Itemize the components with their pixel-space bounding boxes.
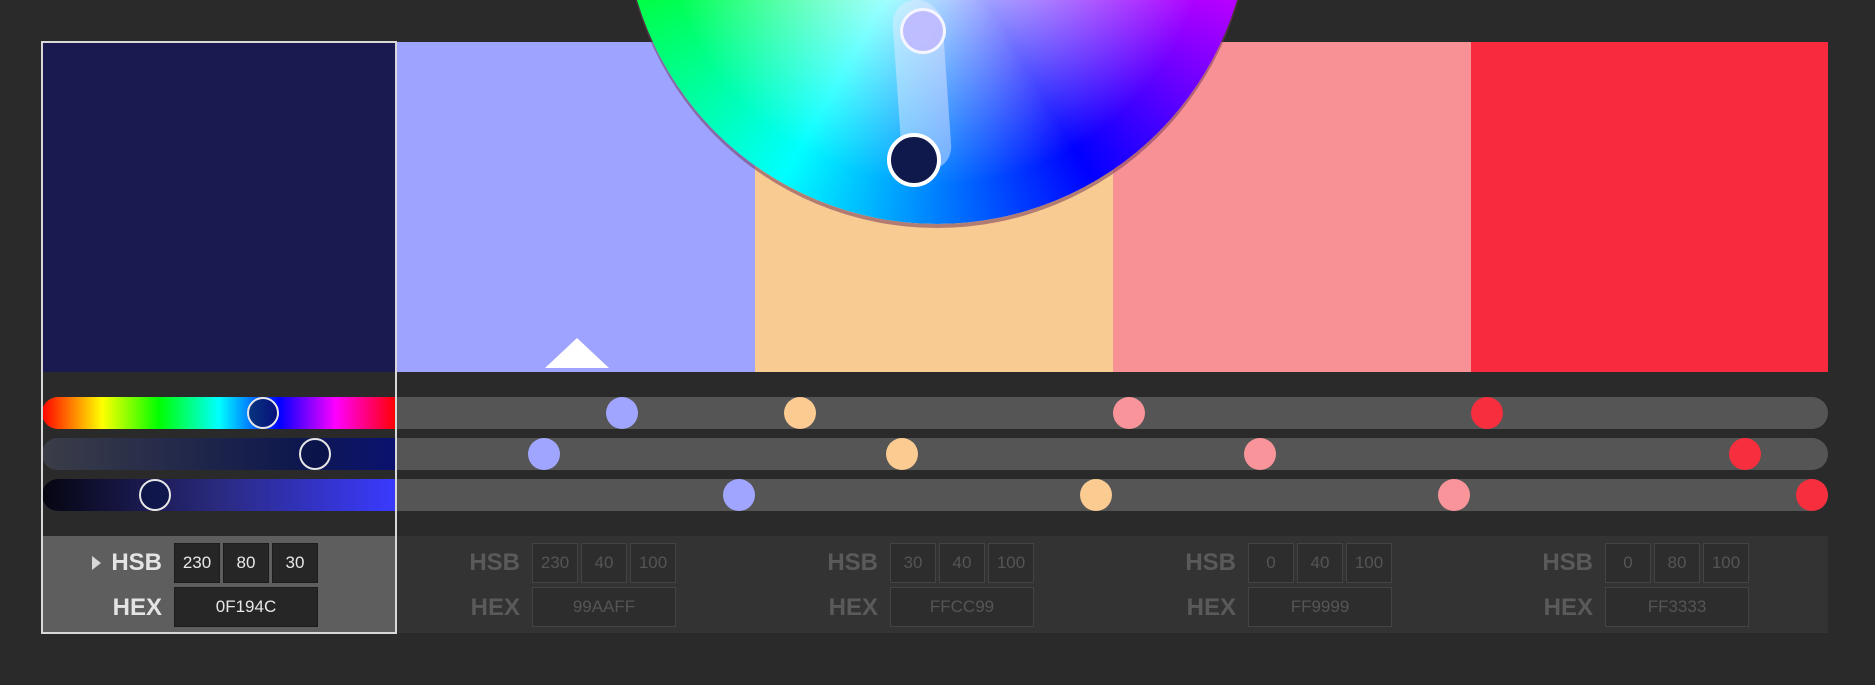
hsb-label: HSB: [1185, 549, 1236, 576]
swatch-4[interactable]: [1471, 42, 1828, 372]
saturation-dot-3[interactable]: [1244, 438, 1276, 470]
swatch-0[interactable]: [42, 42, 397, 372]
hue-slider[interactable]: [42, 397, 396, 429]
hex-field[interactable]: FFCC99: [890, 587, 1034, 627]
brightness-slider-knob[interactable]: [139, 479, 171, 511]
base-color-marker-icon: [545, 338, 609, 368]
hex-label: HEX: [1543, 594, 1593, 621]
color-wheel-knob-selected[interactable]: [887, 133, 941, 187]
hsb-h-field[interactable]: 230: [174, 543, 220, 583]
hue-dot-1[interactable]: [606, 397, 638, 429]
saturation-dot-1[interactable]: [528, 438, 560, 470]
hsb-h-field[interactable]: 230: [532, 543, 578, 583]
hex-label: HEX: [470, 594, 520, 621]
hsb-h-field[interactable]: 0: [1248, 543, 1294, 583]
hsb-b-field[interactable]: 100: [1346, 543, 1392, 583]
brightness-dot-2[interactable]: [1080, 479, 1112, 511]
hsb-b-field[interactable]: 100: [630, 543, 676, 583]
hsb-label: HSB: [827, 549, 878, 576]
hsb-s-field[interactable]: 80: [1654, 543, 1700, 583]
hsb-b-field[interactable]: 100: [1703, 543, 1749, 583]
hue-slider-knob[interactable]: [247, 397, 279, 429]
brightness-slider[interactable]: [42, 479, 396, 511]
saturation-dot-2[interactable]: [886, 438, 918, 470]
hex-field[interactable]: FF3333: [1605, 587, 1749, 627]
hex-field[interactable]: 99AAFF: [532, 587, 676, 627]
brightness-dot-1[interactable]: [723, 479, 755, 511]
hue-dot-3[interactable]: [1113, 397, 1145, 429]
hsb-b-field[interactable]: 100: [988, 543, 1034, 583]
hue-dot-4[interactable]: [1471, 397, 1503, 429]
hsb-s-field[interactable]: 40: [581, 543, 627, 583]
hex-field[interactable]: FF9999: [1248, 587, 1392, 627]
color-wheel-knob-secondary[interactable]: [900, 8, 946, 54]
expand-caret-icon[interactable]: [92, 556, 101, 570]
hsb-label: HSB: [111, 549, 162, 576]
brightness-dot-3[interactable]: [1438, 479, 1470, 511]
hex-field[interactable]: 0F194C: [174, 587, 318, 627]
saturation-slider-knob[interactable]: [299, 438, 331, 470]
saturation-dot-4[interactable]: [1729, 438, 1761, 470]
saturation-slider[interactable]: [42, 438, 396, 470]
hue-dot-2[interactable]: [784, 397, 816, 429]
hsb-s-field[interactable]: 40: [1297, 543, 1343, 583]
hsb-h-field[interactable]: 30: [890, 543, 936, 583]
hsb-h-field[interactable]: 0: [1605, 543, 1651, 583]
hsb-b-field[interactable]: 30: [272, 543, 318, 583]
hsb-s-field[interactable]: 40: [939, 543, 985, 583]
hex-label: HEX: [1186, 594, 1236, 621]
hex-label: HEX: [828, 594, 878, 621]
hsb-label: HSB: [469, 549, 520, 576]
brightness-dot-4[interactable]: [1796, 479, 1828, 511]
hsb-s-field[interactable]: 80: [223, 543, 269, 583]
hsb-label: HSB: [1542, 549, 1593, 576]
hex-label: HEX: [112, 594, 162, 621]
